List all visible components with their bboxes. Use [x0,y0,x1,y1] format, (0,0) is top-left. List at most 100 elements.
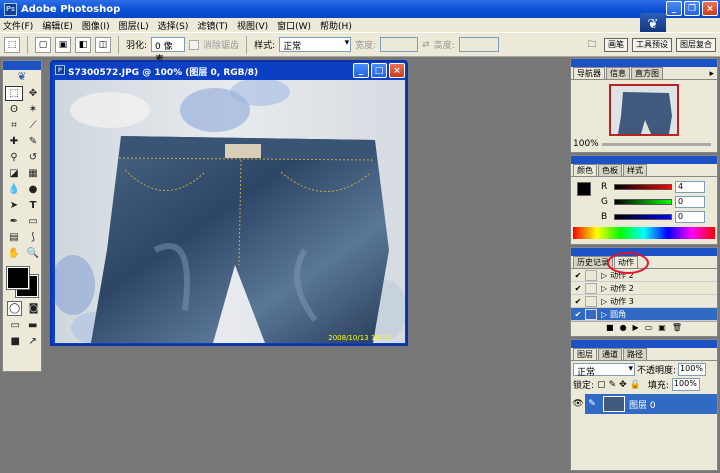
full-screen-icon[interactable]: ▬ [25,318,42,333]
lock-position-icon[interactable]: ✥ [619,380,627,390]
antialias-checkbox[interactable] [189,39,200,50]
type-tool-icon[interactable]: T [24,198,42,213]
healing-brush-tool-icon[interactable]: ✚ [5,134,23,149]
red-slider-bar[interactable] [614,183,672,190]
list-item[interactable]: ✔ ▷ 动作 3 [571,295,717,308]
slice-tool-icon[interactable]: ⟋ [24,118,42,133]
layers-panel-header[interactable] [571,340,717,348]
tab-actions[interactable]: 动作 [607,252,649,274]
file-browser-icon[interactable]: 🗀 [584,37,600,53]
navigator-zoom-value[interactable]: 100% [573,139,599,149]
color-slider-b[interactable]: B 0 [601,209,717,224]
color-slider-r[interactable]: R 4 [601,179,717,194]
tab-layers[interactable]: 图层 [573,348,597,360]
list-item[interactable]: ✔ ▷ 圆角 [571,308,717,321]
layer-row[interactable]: 👁 ✎ 图层 0 [571,394,717,414]
full-screen-black-icon[interactable]: ■ [7,334,24,349]
eraser-tool-icon[interactable]: ◪ [5,166,23,181]
color-fg-swatch[interactable] [577,182,591,196]
menu-select[interactable]: 选择(S) [158,19,189,32]
stop-icon[interactable]: ■ [606,323,614,332]
tab-info[interactable]: 信息 [606,67,630,79]
navigator-panel-header[interactable] [571,59,717,67]
subtract-selection-icon[interactable]: ◧ [75,36,91,53]
height-input[interactable] [458,37,499,52]
shape-tool-icon[interactable]: ▭ [24,214,42,229]
blend-mode-select[interactable]: 正常 ▾ [573,362,635,378]
check-icon[interactable]: ✔ [571,310,585,319]
actions-panel-header[interactable] [571,248,717,256]
trash-icon[interactable]: 🗑 [672,323,682,332]
list-item[interactable]: ✔ ▷ 动作 2 [571,269,717,282]
brush-link-icon[interactable]: ✎ [585,399,599,409]
menu-filter[interactable]: 滤镜(T) [197,19,228,32]
notes-tool-icon[interactable]: ▤ [5,230,23,245]
layer-name[interactable]: 图层 0 [629,398,656,411]
feather-input[interactable]: 0 像素 [151,37,186,65]
panel-menu-icon[interactable]: ▸ [709,69,714,79]
standard-mode-icon[interactable]: ◯ [7,301,23,316]
marquee-tool-preset-icon[interactable]: ⬚ [4,36,20,53]
check-icon[interactable]: ✔ [571,271,585,280]
tab-color[interactable]: 颜色 [573,164,597,176]
blue-slider-bar[interactable] [614,213,672,220]
doc-minimize-button[interactable]: _ [353,63,369,78]
path-selection-tool-icon[interactable]: ➤ [5,198,23,213]
add-selection-icon[interactable]: ▣ [55,36,71,53]
magic-wand-tool-icon[interactable]: ✶ [24,102,42,117]
expand-icon[interactable]: ▷ [601,271,607,280]
pen-tool-icon[interactable]: ✒ [5,214,23,229]
eyedropper-tool-icon[interactable]: ⟆ [24,230,42,245]
record-icon[interactable]: ● [620,323,627,332]
menu-help[interactable]: 帮助(H) [320,19,352,32]
check-icon[interactable]: ✔ [571,297,585,306]
menu-layer[interactable]: 图层(L) [119,19,149,32]
quick-mask-mode-icon[interactable]: ◙ [26,301,41,316]
lock-transparency-icon[interactable]: ▢ [597,380,606,390]
color-slider-g[interactable]: G 0 [601,194,717,209]
menu-image[interactable]: 图像(I) [82,19,110,32]
gradient-tool-icon[interactable]: ▦ [24,166,42,181]
clone-stamp-tool-icon[interactable]: ⚲ [5,150,23,165]
navigator-thumbnail[interactable] [609,84,679,136]
history-brush-tool-icon[interactable]: ↺ [24,150,42,165]
green-slider-bar[interactable] [614,198,672,205]
menu-file[interactable]: 文件(F) [3,19,33,32]
image-canvas[interactable]: 2008/10/13 15:31 [55,80,405,343]
foreground-color-swatch[interactable] [6,266,30,290]
intersect-selection-icon[interactable]: ◫ [95,36,111,53]
dialog-toggle[interactable] [585,282,597,294]
expand-icon[interactable]: ▷ [601,284,607,293]
brush-tool-icon[interactable]: ✎ [24,134,42,149]
dialog-toggle[interactable] [585,295,597,307]
navigator-zoom-slider[interactable] [601,142,711,146]
opacity-input[interactable]: 100% [678,362,707,376]
expand-icon[interactable]: ▷ [601,297,607,306]
close-button[interactable]: × [702,1,718,16]
red-value-input[interactable]: 4 [675,180,705,193]
dodge-tool-icon[interactable]: ● [24,182,42,197]
rect-marquee-tool-icon[interactable]: ⬚ [5,86,23,101]
hand-tool-icon[interactable]: ✋ [5,246,23,261]
fill-input[interactable]: 100% [671,378,700,391]
style-select[interactable]: 正常 ▾ [279,37,352,52]
minimize-button[interactable]: _ [666,1,682,16]
new-action-icon[interactable]: ▣ [658,323,666,332]
color-ramp[interactable] [573,227,715,239]
zoom-tool-icon[interactable]: 🔍 [24,246,42,261]
tab-paths[interactable]: 路径 [623,348,647,360]
dialog-toggle[interactable] [585,308,597,320]
doc-maximize-button[interactable]: □ [371,63,387,78]
play-icon[interactable]: ▶ [633,323,639,332]
lock-all-icon[interactable]: 🔒 [630,380,641,390]
swap-dimensions-icon[interactable]: ⇄ [422,40,430,50]
green-value-input[interactable]: 0 [675,195,705,208]
move-tool-icon[interactable]: ✥ [24,86,42,101]
width-input[interactable] [380,37,419,52]
dialog-toggle[interactable] [585,269,597,281]
lock-pixels-icon[interactable]: ✎ [609,380,617,390]
menu-view[interactable]: 视图(V) [237,19,268,32]
tab-channels[interactable]: 通道 [598,348,622,360]
standard-screen-icon[interactable]: ▭ [7,318,24,333]
document-title-bar[interactable]: P S7300572.JPG @ 100% (图层 0, RGB/8) _ □ … [52,62,406,80]
